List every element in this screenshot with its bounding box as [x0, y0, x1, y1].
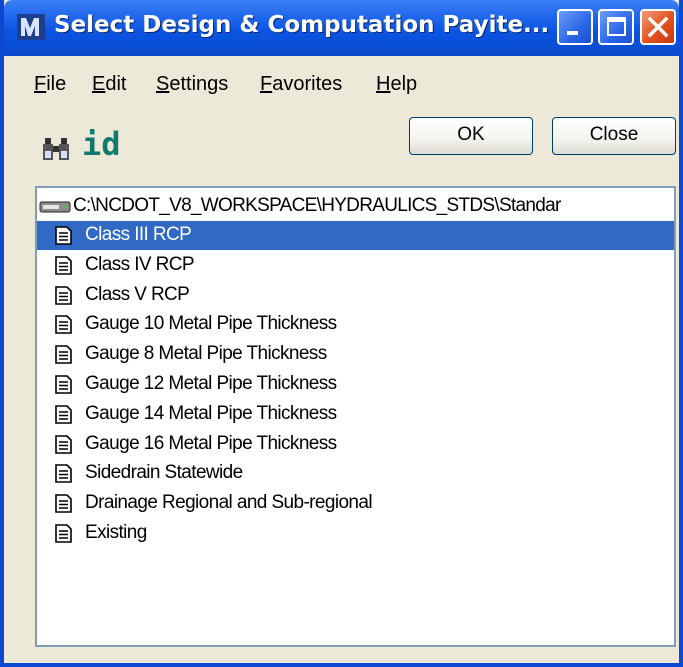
list-item-label: Class IV RCP — [85, 253, 195, 275]
document-icon — [55, 404, 72, 424]
menu-bar: File Edit Settings Favorites Help — [4, 67, 679, 103]
list-item-label: Class V RCP — [85, 283, 190, 305]
list-item-label: Gauge 16 Metal Pipe Thickness — [85, 432, 337, 454]
document-icon — [55, 524, 72, 543]
app-icon — [17, 14, 45, 40]
menu-edit[interactable]: Edit — [92, 73, 126, 96]
menu-settings[interactable]: Settings — [156, 73, 228, 96]
document-icon — [55, 434, 72, 454]
close-button[interactable]: Close — [552, 117, 676, 155]
payitem-list[interactable]: C:\NCDOT_V8_WORKSPACE\HYDRAULICS_STDS\St… — [35, 186, 676, 647]
list-item-label: Drainage Regional and Sub-regional — [85, 492, 373, 514]
list-item-label: Gauge 8 Metal Pipe Thickness — [85, 343, 327, 365]
list-item-label: Sidedrain Statewide — [85, 462, 243, 484]
list-item[interactable]: Gauge 12 Metal Pipe Thickness — [37, 370, 674, 399]
close-icon — [647, 16, 669, 38]
list-item[interactable]: Gauge 8 Metal Pipe Thickness — [37, 340, 674, 369]
document-icon — [55, 345, 72, 364]
document-icon — [55, 285, 72, 305]
menu-help[interactable]: Help — [376, 73, 417, 96]
list-item[interactable]: Class IV RCP — [37, 251, 674, 280]
list-item[interactable]: Gauge 16 Metal Pipe Thickness — [37, 430, 674, 459]
list-item[interactable]: Gauge 14 Metal Pipe Thickness — [37, 400, 674, 429]
menu-file[interactable]: File — [34, 73, 66, 96]
ok-button[interactable]: OK — [409, 117, 533, 155]
document-icon — [55, 375, 72, 394]
drive-icon — [39, 201, 71, 213]
list-item-label: Existing — [85, 522, 147, 543]
document-icon — [55, 464, 72, 484]
minimize-icon — [567, 31, 578, 35]
list-item-label: Gauge 10 Metal Pipe Thickness — [85, 313, 337, 335]
list-item[interactable]: Drainage Regional and Sub-regional — [37, 489, 674, 518]
path-label: C:\NCDOT_V8_WORKSPACE\HYDRAULICS_STDS\St… — [73, 195, 561, 216]
document-icon — [55, 315, 72, 335]
title-bar[interactable]: Select Design & Computation Payite... — [4, 0, 679, 56]
path-row[interactable]: C:\NCDOT_V8_WORKSPACE\HYDRAULICS_STDS\St… — [37, 192, 674, 221]
document-icon — [55, 255, 72, 275]
list-item[interactable]: Class III RCP — [37, 221, 674, 250]
minimize-button[interactable] — [557, 9, 593, 45]
maximize-button[interactable] — [598, 9, 634, 45]
window-title: Select Design & Computation Payite... — [54, 12, 550, 38]
list-item[interactable]: Gauge 10 Metal Pipe Thickness — [37, 310, 674, 339]
maximize-icon — [607, 17, 626, 36]
menu-favorites[interactable]: Favorites — [260, 73, 342, 96]
list-item[interactable]: Existing — [37, 519, 674, 548]
list-item[interactable]: Sidedrain Statewide — [37, 459, 674, 488]
dialog-window: Select Design & Computation Payite... Fi… — [0, 0, 683, 667]
list-item-label: Class III RCP — [85, 224, 192, 245]
close-window-button[interactable] — [640, 9, 676, 45]
document-icon — [55, 226, 72, 245]
list-item-label: Gauge 14 Metal Pipe Thickness — [85, 402, 337, 424]
binoculars-icon[interactable] — [42, 134, 72, 164]
list-item[interactable]: Class V RCP — [37, 281, 674, 310]
document-icon — [55, 494, 72, 513]
id-label: id — [82, 125, 121, 163]
list-item-label: Gauge 12 Metal Pipe Thickness — [85, 373, 337, 394]
